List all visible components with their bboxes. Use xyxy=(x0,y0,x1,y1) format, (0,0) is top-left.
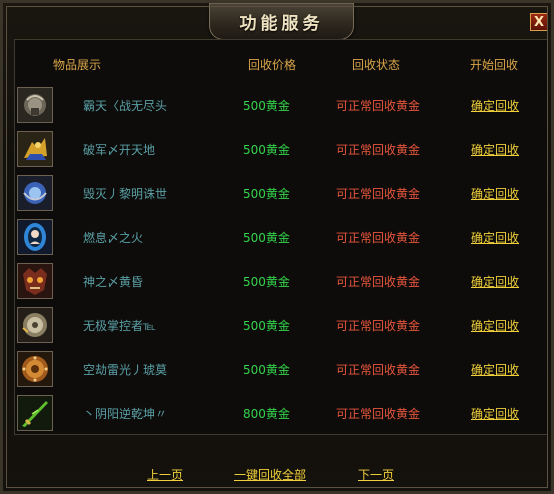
dialog-title: 功能服务 xyxy=(239,13,324,34)
demon-mask-icon[interactable] xyxy=(17,263,53,299)
table-row: 神之〆黄昏 500黄金 可正常回收黄金 确定回收 xyxy=(15,259,547,303)
confirm-recycle-link[interactable]: 确定回收 xyxy=(471,273,519,290)
item-name: 神之〆黄昏 xyxy=(83,275,144,289)
item-price: 500黄金 xyxy=(243,99,290,113)
item-name: 燃息〆之火 xyxy=(83,231,144,245)
confirm-recycle-link[interactable]: 确定回收 xyxy=(471,185,519,202)
header-price: 回收价格 xyxy=(248,58,297,72)
green-sword-icon[interactable] xyxy=(17,395,53,431)
table-row: 空劫雷光丿琥莫 500黄金 可正常回收黄金 确定回收 xyxy=(15,347,547,391)
table-row: 无极掌控者℡ 500黄金 可正常回收黄金 确定回收 xyxy=(15,303,547,347)
bronze-medallion-icon[interactable] xyxy=(17,351,53,387)
item-status: 可正常回收黄金 xyxy=(336,363,421,377)
confirm-recycle-link[interactable]: 确定回收 xyxy=(471,97,519,114)
portrait-icon[interactable] xyxy=(17,219,53,255)
item-status: 可正常回收黄金 xyxy=(336,187,421,201)
close-button[interactable]: X xyxy=(530,13,548,31)
confirm-recycle-link[interactable]: 确定回收 xyxy=(471,361,519,378)
item-name: 丶阴阳逆乾坤〃 xyxy=(83,407,168,421)
recycle-all-link[interactable]: 一键回收全部 xyxy=(234,466,306,483)
table-row: 丶阴阳逆乾坤〃 800黄金 可正常回收黄金 确定回收 xyxy=(15,391,547,435)
item-status: 可正常回收黄金 xyxy=(336,319,421,333)
table-row: 破军〆开天地 500黄金 可正常回收黄金 确定回收 xyxy=(15,127,547,171)
confirm-recycle-link[interactable]: 确定回收 xyxy=(471,317,519,334)
item-price: 500黄金 xyxy=(243,231,290,245)
blue-orb-icon[interactable] xyxy=(17,175,53,211)
item-status: 可正常回收黄金 xyxy=(336,143,421,157)
item-name: 无极掌控者℡ xyxy=(83,319,156,333)
item-status: 可正常回收黄金 xyxy=(336,275,421,289)
golden-dragon-icon[interactable] xyxy=(17,131,53,167)
item-name: 毁灭丿黎明诛世 xyxy=(83,187,168,201)
item-price: 500黄金 xyxy=(243,319,290,333)
table-row: 毁灭丿黎明诛世 500黄金 可正常回收黄金 确定回收 xyxy=(15,171,547,215)
item-price: 500黄金 xyxy=(243,143,290,157)
item-price: 500黄金 xyxy=(243,187,290,201)
item-name: 空劫雷光丿琥莫 xyxy=(83,363,168,377)
confirm-recycle-link[interactable]: 确定回收 xyxy=(471,229,519,246)
header-action: 开始回收 xyxy=(470,58,519,72)
table-row: 霸天〈战无尽头 500黄金 可正常回收黄金 确定回收 xyxy=(15,83,547,127)
recycle-panel: 物品展示 回收价格 回收状态 开始回收 霸天〈战无尽头 500黄金 可正常回收黄… xyxy=(14,39,548,435)
item-status: 可正常回收黄金 xyxy=(336,231,421,245)
item-price: 500黄金 xyxy=(243,363,290,377)
header-item-display: 物品展示 xyxy=(53,58,102,72)
dialog-frame: 功能服务 X 物品展示 回收价格 回收状态 开始回收 霸天〈战无尽头 500黄金… xyxy=(0,0,554,494)
table-header: 物品展示 回收价格 回收状态 开始回收 xyxy=(15,54,547,74)
prev-page-link[interactable]: 上一页 xyxy=(147,466,183,483)
item-name: 破军〆开天地 xyxy=(83,143,156,157)
next-page-link[interactable]: 下一页 xyxy=(358,466,394,483)
silver-shield-icon[interactable] xyxy=(17,307,53,343)
item-name: 霸天〈战无尽头 xyxy=(83,99,168,113)
item-status: 可正常回收黄金 xyxy=(336,99,421,113)
header-status: 回收状态 xyxy=(352,58,401,72)
title-plate: 功能服务 xyxy=(209,3,354,40)
confirm-recycle-link[interactable]: 确定回收 xyxy=(471,405,519,422)
armor-chest-icon[interactable] xyxy=(17,87,53,123)
item-price: 500黄金 xyxy=(243,275,290,289)
confirm-recycle-link[interactable]: 确定回收 xyxy=(471,141,519,158)
item-price: 800黄金 xyxy=(243,407,290,421)
item-status: 可正常回收黄金 xyxy=(336,407,421,421)
table-row: 燃息〆之火 500黄金 可正常回收黄金 确定回收 xyxy=(15,215,547,259)
